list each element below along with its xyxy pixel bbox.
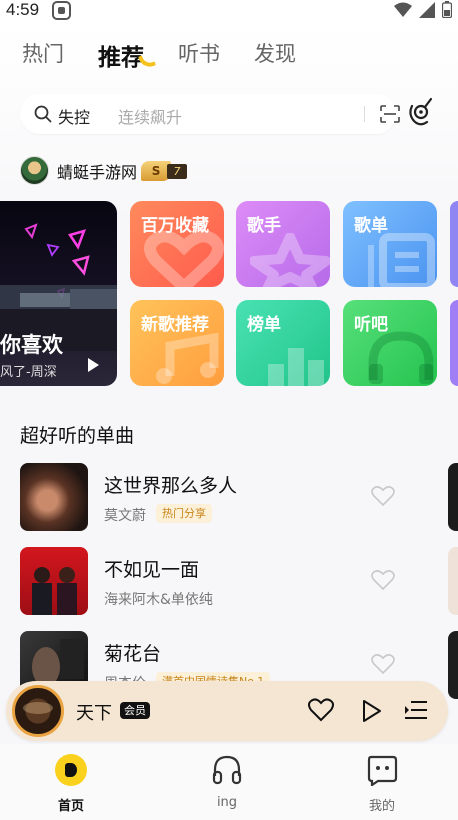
battery-icon	[442, 1, 452, 18]
nav-mine-label: 我的	[368, 799, 395, 814]
banner-title: 你喜欢	[0, 333, 63, 357]
recommend-banner[interactable]: 你喜欢 风了-周深	[0, 201, 117, 386]
tab-recommend[interactable]: 推荐	[98, 38, 156, 72]
like-heart-icon[interactable]	[371, 485, 395, 507]
nav-mine[interactable]: 我的	[342, 754, 422, 814]
nav-ing[interactable]: ing	[187, 754, 267, 810]
status-bar: 4:59	[0, 0, 458, 22]
song-title: 菊花台	[104, 643, 162, 665]
music-note-shape-icon	[156, 332, 219, 384]
category-next-edge[interactable]	[450, 201, 458, 287]
vip-badge: 会员	[120, 702, 150, 719]
category-charts[interactable]: 榜单	[236, 300, 330, 386]
headphones-icon	[212, 755, 242, 785]
star-shape-icon	[250, 233, 330, 287]
song-artist: 海来阿木&单依纯	[104, 592, 213, 608]
search-icon	[34, 105, 52, 123]
search-hint: 连续飙升	[118, 108, 183, 127]
tab-audiobook[interactable]: 听书	[178, 38, 220, 72]
signal-icon	[419, 1, 435, 18]
headphones-shape-icon	[368, 331, 434, 384]
song-artist: 莫文蔚	[104, 508, 146, 524]
playlist-icon[interactable]	[404, 699, 428, 721]
search-divider	[364, 106, 365, 122]
player-play-icon[interactable]	[360, 699, 382, 723]
tab-discover[interactable]: 发现	[254, 38, 296, 72]
player-like-icon[interactable]	[308, 698, 334, 722]
category-label: 榜单	[247, 315, 281, 335]
tab-recommend-label: 推荐	[98, 45, 144, 71]
side-cover-2	[448, 547, 458, 615]
tab-hot[interactable]: 热门	[22, 38, 64, 72]
profile-face-icon	[367, 755, 398, 788]
level-number: 7	[167, 163, 188, 179]
song-cover-art	[32, 567, 77, 615]
side-cover-1	[448, 463, 458, 531]
song-cover	[20, 463, 88, 531]
banner-play-icon[interactable]	[88, 358, 99, 372]
app-notification-icon	[52, 1, 71, 20]
player-title: 天下	[76, 703, 112, 724]
like-heart-icon[interactable]	[371, 653, 395, 675]
song-tag: 热门分享	[156, 504, 212, 523]
song-row[interactable]: 这世界那么多人 莫文蔚 热门分享	[20, 463, 450, 533]
nav-home[interactable]: 首页	[31, 754, 111, 814]
status-time: 4:59	[6, 0, 40, 19]
song-title: 这世界那么多人	[104, 475, 238, 497]
top-tabs: 热门 推荐 听书 发现	[22, 38, 330, 72]
side-cover-3	[448, 631, 458, 699]
nav-home-label: 首页	[57, 799, 84, 814]
voice-recognition-icon[interactable]	[406, 96, 434, 128]
category-new-songs[interactable]: 新歌推荐	[130, 300, 224, 386]
song-row[interactable]: 不如见一面 海来阿木&单依纯	[20, 547, 450, 617]
avatar[interactable]	[20, 156, 49, 185]
home-icon	[55, 754, 87, 786]
nav-ing-label: ing	[216, 795, 238, 810]
heart-shape-icon	[144, 231, 224, 287]
player-cover[interactable]	[12, 685, 64, 737]
bottom-nav: 首页 ing 我的	[0, 744, 458, 820]
category-million-collections[interactable]: 百万收藏	[130, 201, 224, 287]
category-singers[interactable]: 歌手	[236, 201, 330, 287]
search-bar[interactable]: 失控 连续飙升	[20, 94, 400, 134]
category-listen-bar[interactable]: 听吧	[343, 300, 437, 386]
level-badge: S 7	[141, 160, 189, 181]
scan-icon[interactable]	[380, 105, 400, 123]
mini-player[interactable]: 天下 会员	[6, 681, 448, 741]
profile-row[interactable]: 蜻蜓手游网 S 7	[20, 156, 189, 185]
song-title: 不如见一面	[104, 559, 200, 581]
banner-subtitle: 风了-周深	[0, 365, 57, 380]
wifi-icon	[394, 2, 412, 17]
section-title: 超好听的单曲	[20, 425, 135, 447]
profile-name: 蜻蜓手游网	[57, 162, 138, 182]
playlist-shape-icon	[368, 233, 435, 287]
category-next-edge-2[interactable]	[450, 300, 458, 386]
chart-shape-icon	[268, 348, 324, 386]
search-query: 失控	[58, 108, 91, 127]
song-cover	[20, 547, 88, 615]
like-heart-icon[interactable]	[371, 569, 395, 591]
category-playlists[interactable]: 歌单	[343, 201, 437, 287]
system-icons	[394, 1, 452, 18]
